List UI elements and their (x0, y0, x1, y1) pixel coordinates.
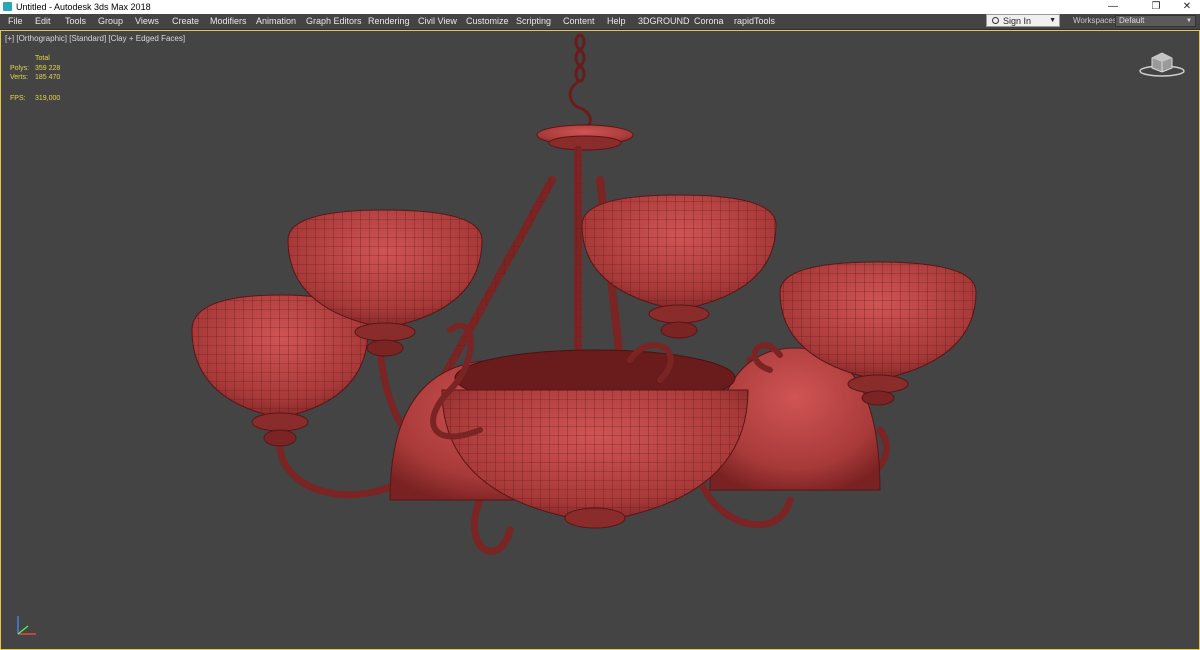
close-button[interactable]: ✕ (1174, 0, 1200, 14)
menu-3dground[interactable]: 3DGROUND (638, 15, 690, 28)
menu-rendering[interactable]: Rendering (368, 15, 410, 28)
viewcube-icon[interactable] (1138, 48, 1186, 78)
viewport-label[interactable]: [+] [Orthographic] [Standard] [Clay + Ed… (5, 34, 185, 44)
sign-in-dropdown[interactable]: Sign In ▼ (986, 14, 1060, 27)
menu-graph-editors[interactable]: Graph Editors (306, 15, 362, 28)
minimize-button[interactable]: — (1100, 0, 1126, 14)
chain (568, 33, 592, 130)
lamp-shade-upper-right (581, 194, 777, 339)
workspaces-select[interactable]: Default ▼ (1115, 15, 1196, 27)
stats-polys-value: 359 228 (35, 65, 61, 72)
menu-views[interactable]: Views (135, 15, 159, 28)
stats-fps-value: 319,000 (35, 95, 61, 102)
title-bar: Untitled - Autodesk 3ds Max 2018 — ❐ ✕ (0, 0, 1200, 14)
menu-group[interactable]: Group (98, 15, 123, 28)
stats-polys-label: Polys: (10, 65, 30, 72)
stats-total-label: Total (35, 55, 50, 62)
chandelier-model[interactable] (180, 30, 1000, 570)
axis-tripod-icon (17, 616, 36, 635)
menu-create[interactable]: Create (172, 15, 199, 28)
menu-content[interactable]: Content (563, 15, 595, 28)
menu-scripting[interactable]: Scripting (516, 15, 551, 28)
lamp-shade-left (191, 294, 369, 447)
maximize-button[interactable]: ❐ (1143, 0, 1169, 14)
menu-file[interactable]: File (8, 15, 23, 28)
stats-verts-label: Verts: (10, 74, 28, 81)
window-title: Untitled - Autodesk 3ds Max 2018 (16, 2, 151, 12)
user-icon (992, 17, 999, 24)
app-icon (3, 2, 12, 11)
stats-fps-label: FPS: (10, 95, 26, 102)
menu-animation[interactable]: Animation (256, 15, 296, 28)
menu-edit[interactable]: Edit (35, 15, 51, 28)
menu-modifiers[interactable]: Modifiers (210, 15, 247, 28)
menu-corona[interactable]: Corona (694, 15, 724, 28)
sign-in-label: Sign In (1003, 16, 1032, 26)
menu-rapidtools[interactable]: rapidTools (734, 15, 775, 28)
stats-verts-value: 185 470 (35, 74, 61, 81)
menu-tools[interactable]: Tools (65, 15, 86, 28)
chevron-down-icon: ▼ (1186, 18, 1192, 24)
chevron-down-icon: ▼ (1049, 17, 1056, 24)
menu-customize[interactable]: Customize (466, 15, 509, 28)
workspaces-label: Workspaces: (1073, 16, 1120, 25)
menu-civil-view[interactable]: Civil View (418, 15, 457, 28)
center-bowl (441, 349, 749, 529)
workspace-value: Default (1119, 16, 1145, 25)
menu-help[interactable]: Help (607, 15, 626, 28)
